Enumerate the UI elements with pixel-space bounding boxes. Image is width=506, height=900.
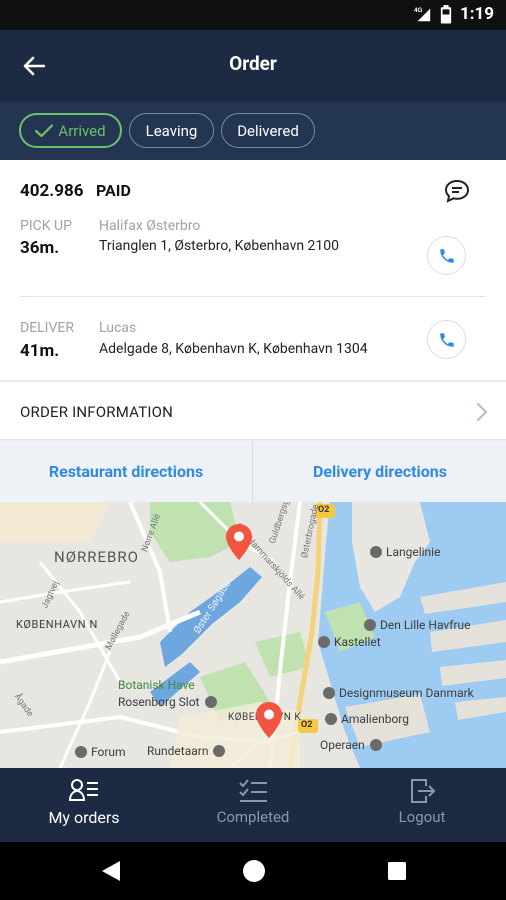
map-label-operaen: Operaen bbox=[320, 738, 382, 752]
poi-icon bbox=[213, 745, 226, 757]
map-label-kobenhavn-n: KØBENHAVN N bbox=[16, 618, 98, 631]
map-label-amalienborg-text: Amalienborg bbox=[341, 712, 409, 726]
map-label-langelinie-text: Langelinie bbox=[386, 545, 441, 559]
poi-icon bbox=[364, 619, 376, 631]
page-title: Order bbox=[229, 52, 277, 75]
map-label-langelinie: Langelinie bbox=[370, 545, 440, 559]
delivery-name: Lucas bbox=[99, 320, 137, 336]
order-status-tabs: Arrived Leaving Delivered bbox=[0, 102, 506, 160]
map-label-amalienborg: Amalienborg bbox=[325, 712, 409, 726]
map-label-designmuseum: Designmuseum Danmark bbox=[323, 686, 474, 700]
map-label-kastellet-text: Kastellet bbox=[334, 635, 381, 649]
poi-icon bbox=[204, 696, 217, 708]
order-information-label: ORDER INFORMATION bbox=[20, 403, 174, 421]
status-bar: 4G 1:19 bbox=[0, 0, 506, 30]
phone-icon bbox=[439, 332, 454, 347]
checklist-icon bbox=[239, 779, 267, 802]
chat-bubble-icon[interactable] bbox=[444, 179, 470, 203]
delivery-address: Adelgade 8, København K, København 1304 bbox=[99, 341, 368, 357]
app-bar: Order bbox=[0, 30, 506, 102]
map-label-operaen-text: Operaen bbox=[320, 738, 365, 752]
map[interactable]: NØRREBRO KØBENHAVN N Langelinie Den Lill… bbox=[0, 502, 506, 768]
tab-delivered-label: Delivered bbox=[237, 121, 299, 140]
map-label-den-lille-havfrue-text: Den Lille Havfrue bbox=[380, 618, 471, 632]
tab-delivered[interactable]: Delivered bbox=[221, 113, 315, 148]
recents-square-icon[interactable] bbox=[385, 859, 409, 883]
map-label-kastellet: Kastellet bbox=[318, 635, 381, 649]
restaurant-directions-button[interactable]: Restaurant directions bbox=[0, 441, 253, 502]
map-label-den-lille-havfrue: Den Lille Havfrue bbox=[364, 618, 471, 632]
check-icon bbox=[35, 123, 54, 137]
back-triangle-icon[interactable] bbox=[99, 859, 123, 883]
status-right: 4G 1:19 bbox=[414, 4, 494, 24]
directions-row: Restaurant directions Delivery direction… bbox=[0, 441, 506, 502]
delivery-time: 41m. bbox=[20, 341, 60, 361]
payment-status: PAID bbox=[96, 181, 131, 200]
nav-completed-label: Completed bbox=[216, 808, 290, 826]
poi-icon bbox=[323, 687, 335, 699]
home-circle-icon[interactable] bbox=[242, 859, 266, 883]
map-label-rundetaarn: Rundetaarn bbox=[147, 744, 226, 758]
phone-icon bbox=[439, 248, 454, 263]
nav-logout[interactable]: Logout bbox=[338, 768, 506, 842]
poi-icon bbox=[318, 636, 330, 648]
pickup-time: 36m. bbox=[20, 238, 60, 258]
map-label-norrebro: NØRREBRO bbox=[54, 548, 139, 566]
road-shield-o2-bottom: O2 bbox=[301, 720, 313, 730]
orders-list-icon bbox=[69, 779, 98, 801]
nav-my-orders-label: My orders bbox=[48, 808, 120, 827]
order-information-row[interactable]: ORDER INFORMATION bbox=[0, 381, 506, 440]
tab-leaving-label: Leaving bbox=[145, 121, 198, 140]
logout-icon bbox=[411, 779, 436, 803]
delivery-label: DELIVER bbox=[20, 320, 74, 336]
map-label-designmuseum-text: Designmuseum Danmark bbox=[339, 686, 474, 700]
map-label-forum-text: Forum bbox=[91, 745, 126, 759]
tab-arrived[interactable]: Arrived bbox=[19, 113, 122, 148]
order-number: 402.986 bbox=[20, 181, 84, 201]
tab-arrived-label: Arrived bbox=[58, 121, 106, 140]
svg-text:4G: 4G bbox=[414, 7, 423, 14]
pickup-label: PICK UP bbox=[20, 218, 72, 234]
map-label-forum: Forum bbox=[75, 745, 126, 759]
bottom-nav: My orders Completed Logout bbox=[0, 768, 506, 842]
signal-icon: 4G bbox=[414, 7, 431, 22]
map-pin-icon[interactable] bbox=[256, 702, 282, 738]
divider bbox=[20, 296, 486, 297]
android-nav-bar bbox=[0, 842, 506, 900]
map-pin-icon[interactable] bbox=[226, 524, 252, 560]
delivery-directions-button[interactable]: Delivery directions bbox=[254, 441, 506, 502]
nav-logout-label: Logout bbox=[398, 808, 446, 826]
call-pickup-button[interactable] bbox=[427, 236, 466, 275]
call-delivery-button[interactable] bbox=[427, 320, 466, 359]
map-label-rosenborg-slot-text: Rosenborg Slot bbox=[118, 695, 200, 709]
poi-icon bbox=[325, 713, 337, 725]
pickup-address: Trianglen 1, Østerbro, København 2100 bbox=[99, 238, 340, 254]
poi-icon bbox=[370, 546, 382, 558]
order-card: 402.986 PAID PICK UP 36m. Halifax Østerb… bbox=[0, 160, 506, 380]
pickup-name: Halifax Østerbro bbox=[99, 218, 201, 234]
map-label-rosenborg-slot: Rosenborg Slot bbox=[118, 695, 217, 709]
poi-icon bbox=[369, 739, 382, 751]
map-label-rundetaarn-text: Rundetaarn bbox=[147, 744, 209, 758]
nav-my-orders[interactable]: My orders bbox=[0, 768, 168, 842]
poi-icon bbox=[75, 746, 87, 758]
nav-completed[interactable]: Completed bbox=[169, 768, 337, 842]
battery-icon bbox=[440, 4, 452, 23]
chevron-right-icon bbox=[477, 403, 487, 421]
tab-leaving[interactable]: Leaving bbox=[129, 113, 214, 148]
clock: 1:19 bbox=[459, 4, 494, 24]
map-label-botanisk-have: Botanisk Have bbox=[118, 678, 195, 692]
